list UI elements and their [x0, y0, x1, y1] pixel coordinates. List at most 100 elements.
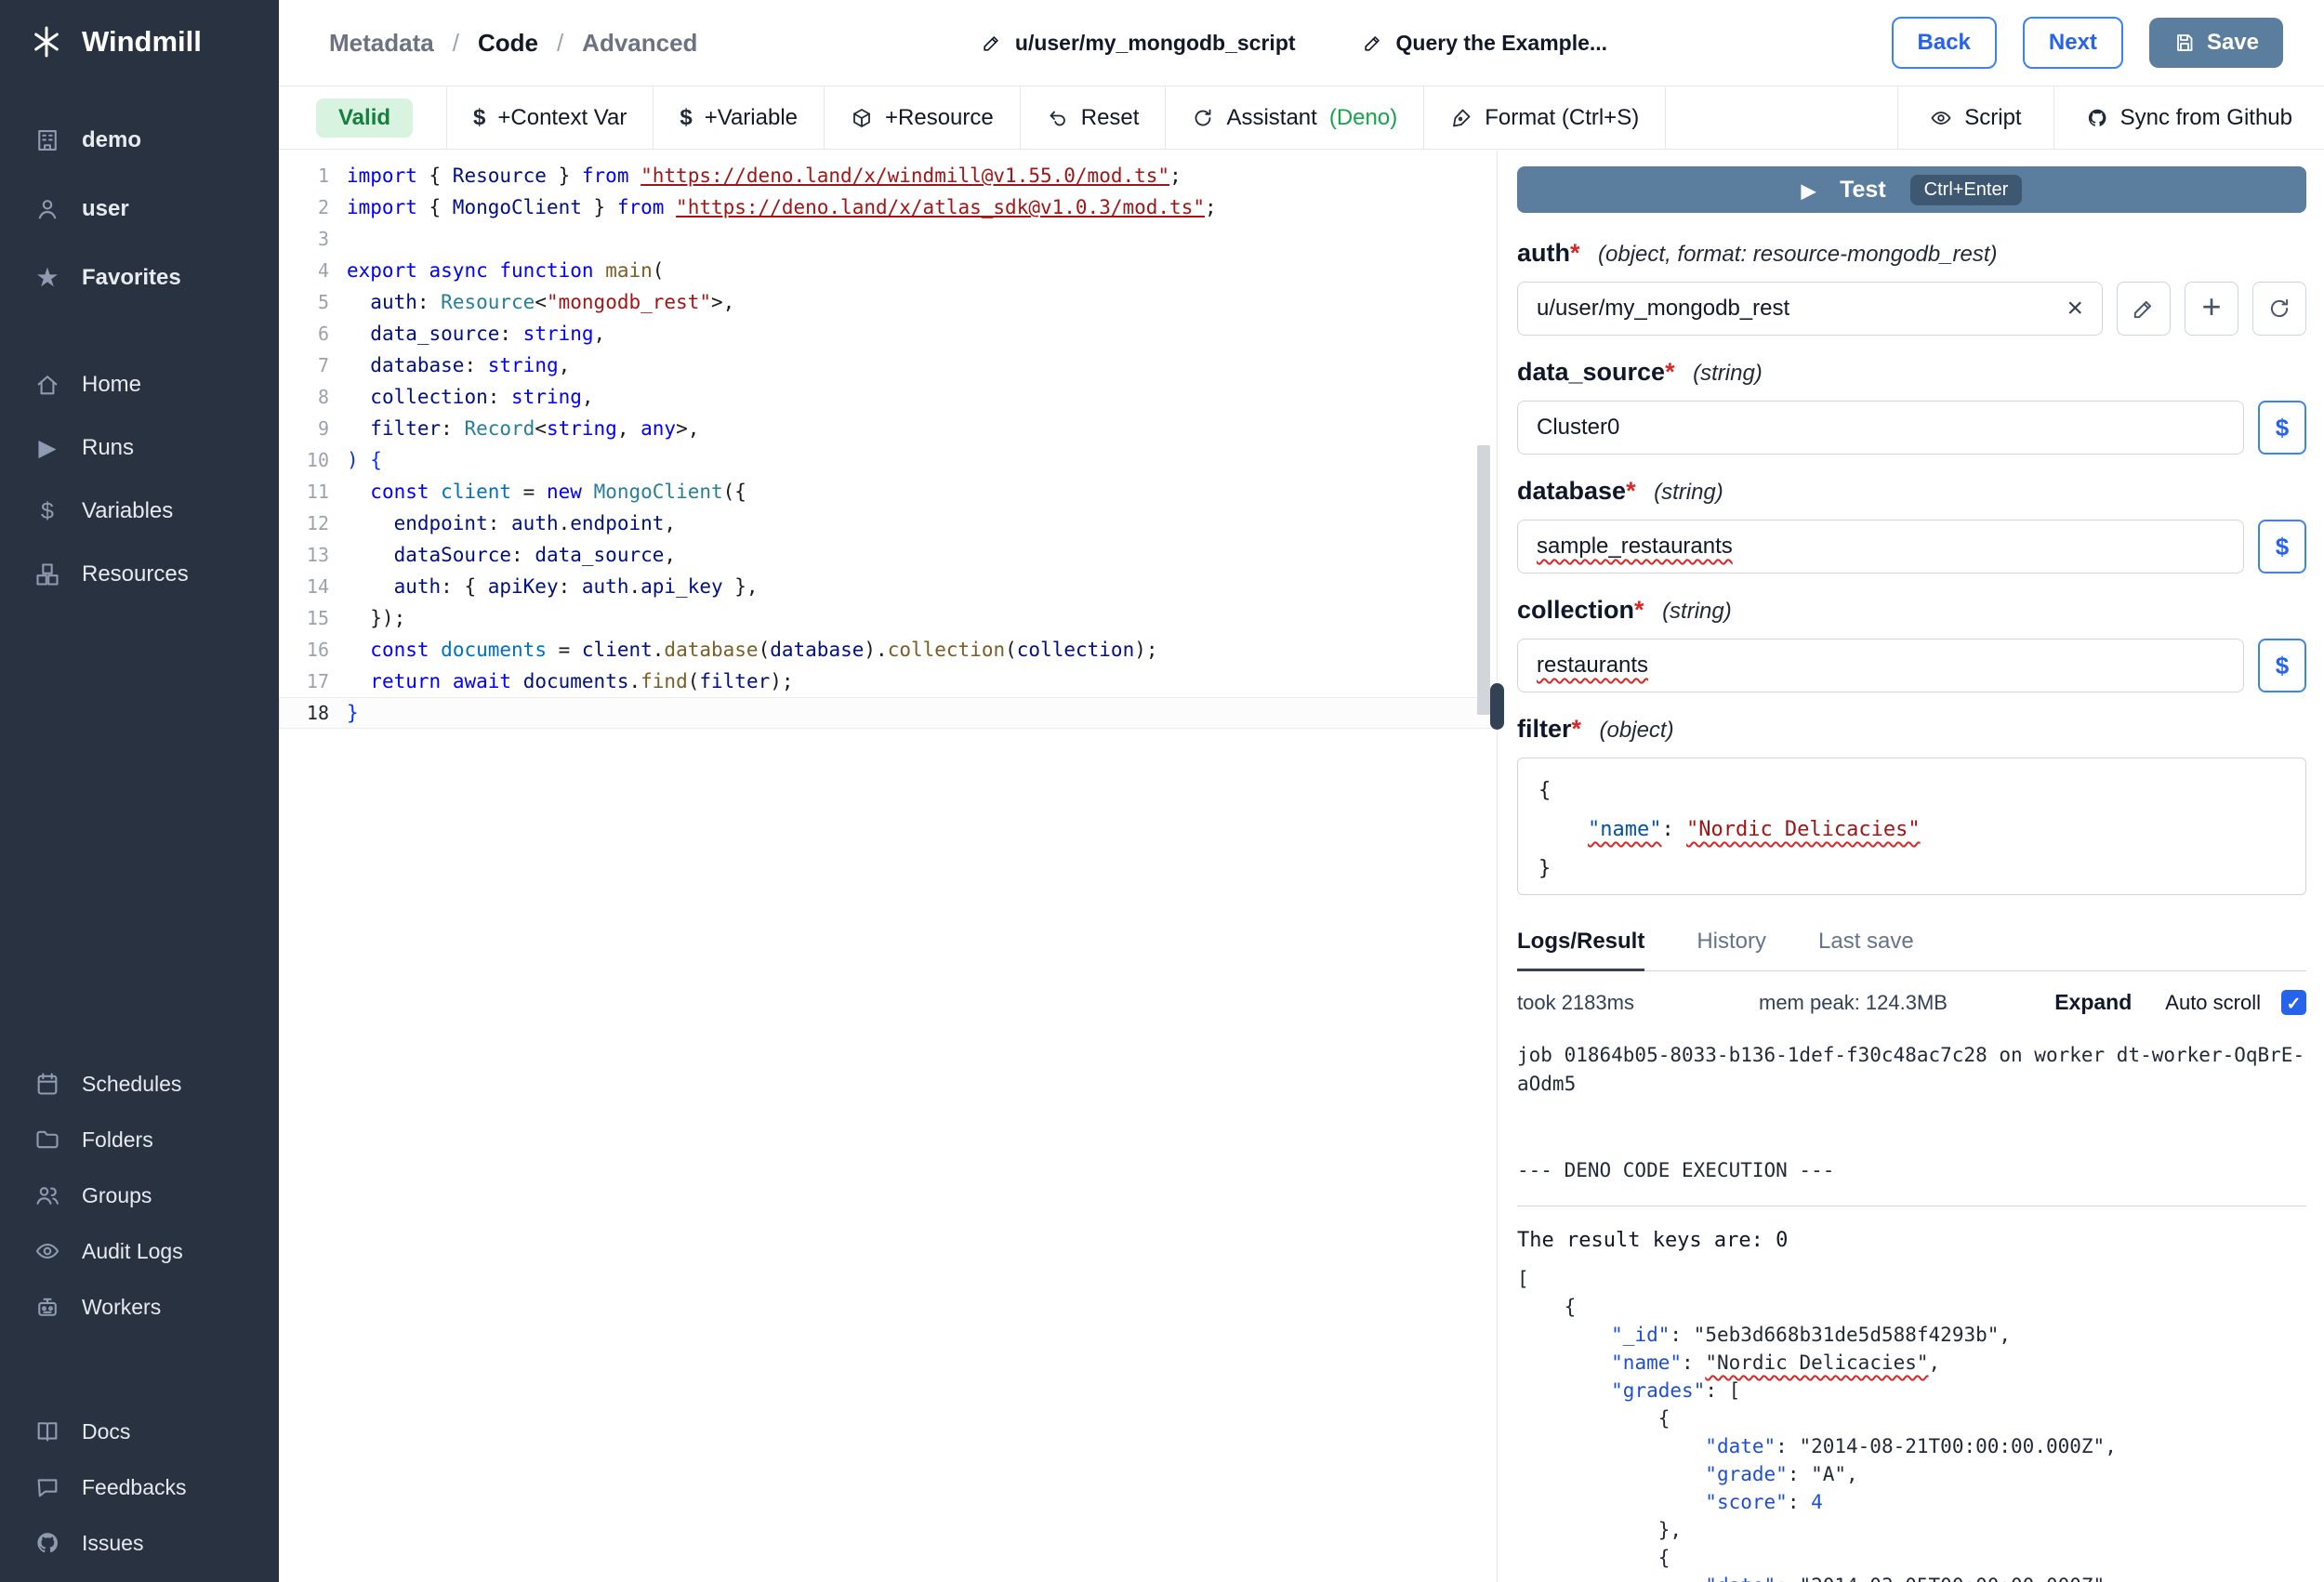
autoscroll-checkbox[interactable]: ✓ — [2281, 990, 2306, 1015]
code-line-18[interactable]: 18} — [279, 697, 1497, 729]
sidebar-item-label: Favorites — [82, 265, 181, 291]
data-source-input[interactable]: Cluster0 — [1517, 401, 2244, 455]
breadcrumb-metadata[interactable]: Metadata — [329, 29, 434, 58]
code-line-2[interactable]: 2import { MongoClient } from "https://de… — [279, 191, 1497, 223]
pencil-icon — [982, 33, 1002, 53]
breadcrumb-separator: / — [557, 29, 563, 58]
code-line-12[interactable]: 12 endpoint: auth.endpoint, — [279, 508, 1497, 539]
database-value: sample_restaurants — [1537, 534, 1733, 560]
tab-last-save[interactable]: Last save — [1818, 929, 1914, 970]
sidebar-item-label: Groups — [82, 1183, 152, 1208]
sidebar-item-folders[interactable]: Folders — [0, 1112, 279, 1167]
save-button[interactable]: Save — [2149, 18, 2283, 68]
toolbar-script[interactable]: Script — [1897, 86, 2053, 149]
sidebar-item-runs[interactable]: ▶Runs — [0, 416, 279, 480]
sidebar-item-variables[interactable]: $Variables — [0, 480, 279, 543]
toolbar-item-label: Assistant — [1226, 105, 1316, 131]
code-line-17[interactable]: 17 return await documents.find(filter); — [279, 666, 1497, 697]
expand-button[interactable]: Expand — [2054, 990, 2132, 1015]
next-button[interactable]: Next — [2023, 17, 2123, 69]
refresh-resource-button[interactable] — [2252, 282, 2306, 336]
toolbar-spacer — [1666, 86, 1897, 149]
result-heading: The result keys are: 0 — [1517, 1229, 2306, 1252]
field-auth: auth* (object, format: resource-mongodb_… — [1517, 237, 2306, 336]
sidebar-item-home[interactable]: Home — [0, 353, 279, 416]
edit-resource-button[interactable] — [2117, 282, 2171, 336]
app-logo[interactable]: Windmill — [0, 0, 279, 84]
required-asterisk: * — [1626, 477, 1636, 505]
sidebar-item-label: Workers — [82, 1295, 161, 1320]
code-line-15[interactable]: 15 }); — [279, 602, 1497, 634]
code-line-5[interactable]: 5 auth: Resource<"mongodb_rest">, — [279, 286, 1497, 318]
collection-input[interactable]: restaurants — [1517, 639, 2244, 692]
breadcrumb-separator: / — [453, 29, 459, 58]
toolbar-variable[interactable]: $+Variable — [654, 86, 825, 149]
toolbar-sync-from-github[interactable]: Sync from Github — [2053, 86, 2324, 149]
eye-icon — [1930, 107, 1952, 129]
tab-logs-result[interactable]: Logs/Result — [1517, 929, 1644, 971]
script-summary[interactable]: Query the Example... — [1363, 31, 1608, 56]
code-line-6[interactable]: 6 data_source: string, — [279, 318, 1497, 349]
result-line-11: { — [1517, 1544, 2306, 1572]
play-icon: ▶ — [32, 437, 63, 460]
field-data-source: data_source* (string) Cluster0 $ — [1517, 356, 2306, 455]
sidebar-item-user[interactable]: user — [0, 175, 279, 244]
code-line-13[interactable]: 13 dataSource: data_source, — [279, 539, 1497, 571]
sidebar-item-label: Schedules — [82, 1072, 181, 1097]
filter-json-editor[interactable]: { "name": "Nordic Delicacies"} — [1517, 758, 2306, 895]
code-line-9[interactable]: 9 filter: Record<string, any>, — [279, 413, 1497, 444]
toolbar-reset[interactable]: Reset — [1021, 86, 1167, 149]
sidebar-item-resources[interactable]: Resources — [0, 543, 279, 606]
windmill-logo-icon — [28, 23, 65, 60]
result-line-10: }, — [1517, 1516, 2306, 1544]
sidebar-item-favorites[interactable]: ★Favorites — [0, 244, 279, 312]
back-button[interactable]: Back — [1892, 17, 1997, 69]
code-editor[interactable]: 1import { Resource } from "https://deno.… — [279, 151, 1497, 1582]
code-line-14[interactable]: 14 auth: { apiKey: auth.api_key }, — [279, 571, 1497, 602]
toolbar-assistant[interactable]: Assistant (Deno) — [1166, 86, 1424, 149]
line-number: 17 — [279, 666, 329, 697]
sidebar-item-docs[interactable]: Docs — [0, 1404, 279, 1459]
script-path[interactable]: u/user/my_mongodb_script — [982, 31, 1296, 56]
result-line-7: "date": "2014-08-21T00:00:00.000Z", — [1517, 1432, 2306, 1460]
code-line-8[interactable]: 8 collection: string, — [279, 381, 1497, 413]
code-line-4[interactable]: 4export async function main( — [279, 255, 1497, 286]
toolbar-resource[interactable]: +Resource — [825, 86, 1021, 149]
sidebar-item-issues[interactable]: Issues — [0, 1515, 279, 1571]
test-button[interactable]: ▶ Test Ctrl+Enter — [1517, 166, 2306, 213]
sidebar-item-schedules[interactable]: Schedules — [0, 1056, 279, 1112]
toolbar-item-label: Format (Ctrl+S) — [1485, 105, 1639, 131]
sidebar-item-feedbacks[interactable]: Feedbacks — [0, 1459, 279, 1515]
data-source-variable-button[interactable]: $ — [2258, 401, 2306, 455]
toolbar-context-var[interactable]: $+Context Var — [447, 86, 654, 149]
collection-variable-button[interactable]: $ — [2258, 639, 2306, 692]
result-line-8: "grade": "A", — [1517, 1460, 2306, 1488]
sidebar-item-workers[interactable]: Workers — [0, 1279, 279, 1335]
toolbar-format-ctrl-s[interactable]: Format (Ctrl+S) — [1424, 86, 1666, 149]
code-line-3[interactable]: 3 — [279, 223, 1497, 255]
code-line-7[interactable]: 7 database: string, — [279, 349, 1497, 381]
editor-scrollbar[interactable] — [1477, 445, 1490, 715]
pane-resize-handle[interactable] — [1490, 683, 1504, 730]
tab-history[interactable]: History — [1697, 929, 1766, 970]
code-line-1[interactable]: 1import { Resource } from "https://deno.… — [279, 160, 1497, 191]
code-line-16[interactable]: 16 const documents = client.database(dat… — [279, 634, 1497, 666]
field-database-label: database* (string) — [1517, 475, 2306, 508]
code-line-10[interactable]: 10) { — [279, 444, 1497, 476]
database-input[interactable]: sample_restaurants — [1517, 520, 2244, 573]
database-variable-button[interactable]: $ — [2258, 520, 2306, 573]
sidebar-item-groups[interactable]: Groups — [0, 1167, 279, 1223]
breadcrumb-advanced[interactable]: Advanced — [582, 29, 697, 58]
result-line-1: [ — [1517, 1265, 2306, 1293]
clear-resource-icon[interactable]: × — [2067, 295, 2083, 323]
breadcrumb-code[interactable]: Code — [478, 29, 538, 58]
auth-resource-input[interactable]: u/user/my_mongodb_rest × — [1517, 282, 2103, 336]
line-number: 18 — [279, 697, 329, 729]
sidebar-item-audit-logs[interactable]: Audit Logs — [0, 1223, 279, 1279]
add-resource-button[interactable]: + — [2185, 282, 2238, 336]
code-line-11[interactable]: 11 const client = new MongoClient({ — [279, 476, 1497, 508]
result-line-6: { — [1517, 1404, 2306, 1432]
sidebar-item-demo[interactable]: demo — [0, 106, 279, 175]
pencil-icon — [1363, 33, 1383, 53]
required-asterisk: * — [1572, 715, 1582, 743]
